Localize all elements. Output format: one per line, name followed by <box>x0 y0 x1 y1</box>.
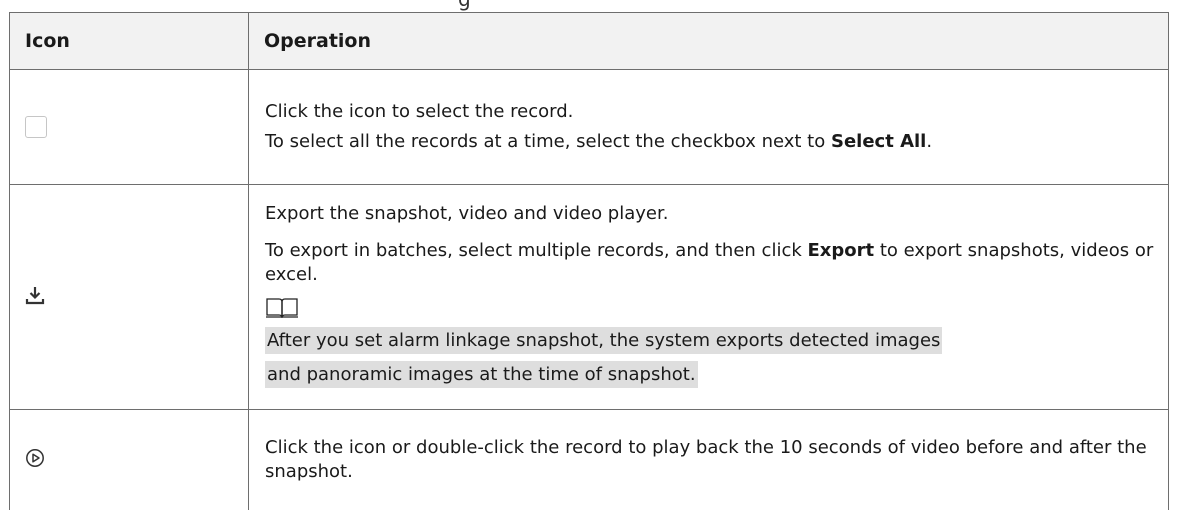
note-text: After you set alarm linkage snapshot, th… <box>265 324 1158 392</box>
header-icon: Icon <box>10 13 249 70</box>
table-row: Click the icon or double-click the recor… <box>10 410 1169 510</box>
play-circle-icon[interactable] <box>25 448 45 468</box>
operations-table: Icon Operation Click the icon to select … <box>9 12 1169 510</box>
icon-cell <box>10 410 249 510</box>
caption-fragment: g <box>458 0 471 11</box>
export-term: Export <box>808 240 875 261</box>
table-row: Click the icon to select the record. To … <box>10 70 1169 185</box>
icon-cell <box>10 70 249 185</box>
operation-cell: Export the snapshot, video and video pla… <box>249 185 1169 410</box>
book-icon <box>265 296 299 320</box>
checkbox-icon[interactable] <box>25 116 47 138</box>
operation-text: Click the icon or double-click the recor… <box>265 436 1158 484</box>
select-all-term: Select All <box>831 131 926 152</box>
table-row: Export the snapshot, video and video pla… <box>10 185 1169 410</box>
table-header-row: Icon Operation <box>10 13 1169 70</box>
operation-cell: Click the icon or double-click the recor… <box>249 410 1169 510</box>
operation-cell: Click the icon to select the record. To … <box>249 70 1169 185</box>
operation-text: Export the snapshot, video and video pla… <box>265 202 1158 226</box>
operation-text: To select all the records at a time, sel… <box>265 130 1158 154</box>
operation-text: Click the icon to select the record. <box>265 100 1158 124</box>
download-icon[interactable] <box>25 285 45 305</box>
icon-cell <box>10 185 249 410</box>
header-operation: Operation <box>249 13 1169 70</box>
operation-text: To export in batches, select multiple re… <box>265 239 1158 287</box>
